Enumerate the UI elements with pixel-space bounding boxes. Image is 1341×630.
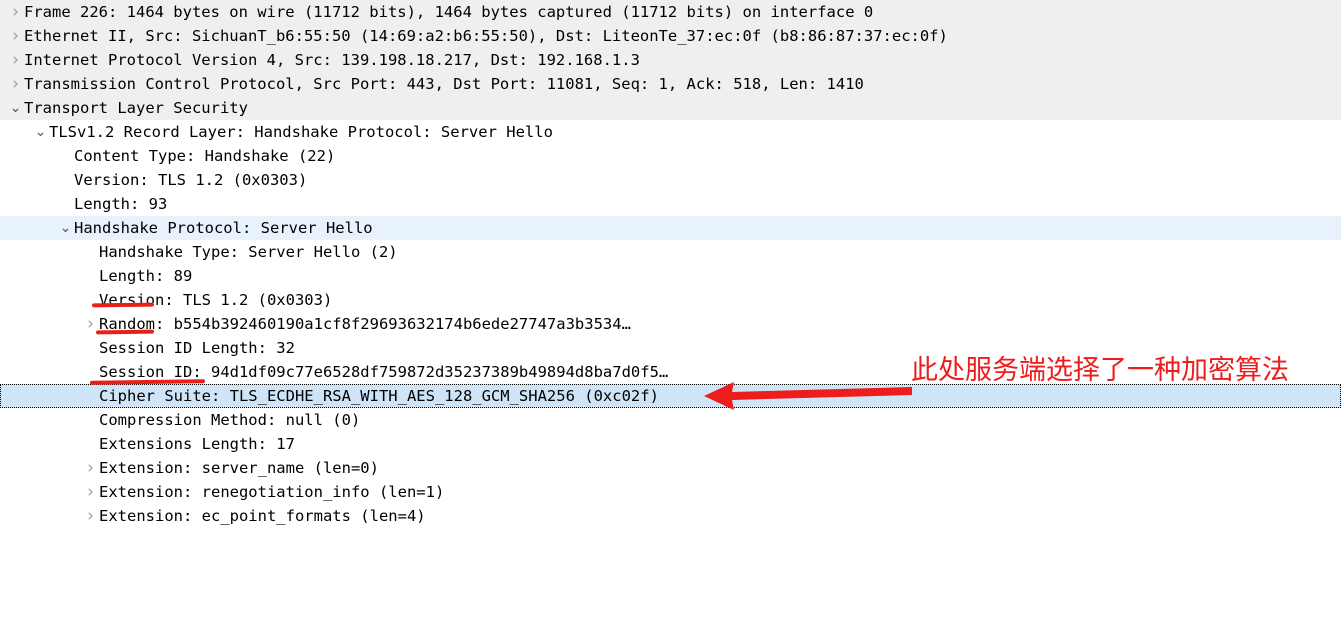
- underline-random: [95, 329, 155, 335]
- tree-row[interactable]: ⌄ Handshake Protocol: Server Hello: [0, 216, 1341, 240]
- tree-row-label: Version: TLS 1.2 (0x0303): [74, 171, 308, 189]
- tree-row-label: Extension: server_name (len=0): [99, 459, 379, 477]
- tree-row[interactable]: Handshake Type: Server Hello (2): [0, 240, 1341, 264]
- tree-row[interactable]: Version: TLS 1.2 (0x0303): [0, 288, 1341, 312]
- tree-row-label: Handshake Type: Server Hello (2): [99, 243, 398, 261]
- tree-row-label: Cipher Suite: TLS_ECDHE_RSA_WITH_AES_128…: [99, 387, 659, 405]
- tree-row[interactable]: › Ethernet II, Src: SichuanT_b6:55:50 (14…: [0, 24, 1341, 48]
- chevron-right-icon[interactable]: ›: [82, 504, 99, 528]
- chevron-down-icon[interactable]: ⌄: [57, 216, 74, 240]
- tree-row[interactable]: Length: 93: [0, 192, 1341, 216]
- tree-row-label: Length: 93: [74, 195, 168, 213]
- tree-row[interactable]: ⌄ TLSv1.2 Record Layer: Handshake Protoco…: [0, 120, 1341, 144]
- chevron-down-icon[interactable]: ⌄: [32, 120, 49, 144]
- tree-row[interactable]: › Extension: server_name (len=0): [0, 456, 1341, 480]
- tree-row[interactable]: Length: 89: [0, 264, 1341, 288]
- chevron-right-icon[interactable]: ›: [82, 456, 99, 480]
- chevron-right-icon[interactable]: ›: [82, 480, 99, 504]
- tree-row-label: Version: TLS 1.2 (0x0303): [99, 291, 333, 309]
- tree-row[interactable]: ⌄ Transport Layer Security: [0, 96, 1341, 120]
- chevron-right-icon[interactable]: ›: [7, 24, 24, 48]
- tree-row-label: Handshake Protocol: Server Hello: [74, 219, 373, 237]
- tree-row[interactable]: Extensions Length: 17: [0, 432, 1341, 456]
- tree-row[interactable]: Content Type: Handshake (22): [0, 144, 1341, 168]
- tree-row-label: Transmission Control Protocol, Src Port:…: [24, 75, 864, 93]
- tree-row[interactable]: › Extension: renegotiation_info (len=1): [0, 480, 1341, 504]
- tree-row-label: Length: 89: [99, 267, 193, 285]
- tree-row-label: Transport Layer Security: [24, 99, 248, 117]
- chevron-right-icon[interactable]: ›: [7, 0, 24, 24]
- tree-row-label: Extension: ec_point_formats (len=4): [99, 507, 426, 525]
- tree-row-label: Content Type: Handshake (22): [74, 147, 336, 165]
- underline-version: [91, 302, 155, 308]
- tree-row[interactable]: Compression Method: null (0): [0, 408, 1341, 432]
- tree-row[interactable]: Version: TLS 1.2 (0x0303): [0, 168, 1341, 192]
- tree-row[interactable]: › Extension: ec_point_formats (len=4): [0, 504, 1341, 528]
- tree-row[interactable]: › Frame 226: 1464 bytes on wire (11712 bi…: [0, 0, 1341, 24]
- tree-row-label: Compression Method: null (0): [99, 411, 361, 429]
- chevron-down-icon[interactable]: ⌄: [7, 96, 24, 120]
- tree-row-label: Extensions Length: 17: [99, 435, 295, 453]
- tree-row-label: TLSv1.2 Record Layer: Handshake Protocol…: [49, 123, 553, 141]
- tree-row-label: Ethernet II, Src: SichuanT_b6:55:50 (14:…: [24, 27, 948, 45]
- tree-row-label: Internet Protocol Version 4, Src: 139.19…: [24, 51, 640, 69]
- chevron-right-icon[interactable]: ›: [7, 48, 24, 72]
- annotation-text: 此处服务端选择了一种加密算法: [911, 355, 1289, 386]
- tree-row-label: Session ID Length: 32: [99, 339, 295, 357]
- chevron-right-icon[interactable]: ›: [7, 72, 24, 96]
- tree-row-label: Random: b554b392460190a1cf8f29693632174b…: [99, 315, 631, 333]
- tree-row-label: Frame 226: 1464 bytes on wire (11712 bit…: [24, 3, 874, 21]
- tree-row-label: Extension: renegotiation_info (len=1): [99, 483, 445, 501]
- tree-row[interactable]: › Random: b554b392460190a1cf8f29693632174…: [0, 312, 1341, 336]
- tree-row[interactable]: › Internet Protocol Version 4, Src: 139.1…: [0, 48, 1341, 72]
- tree-row[interactable]: › Transmission Control Protocol, Src Port…: [0, 72, 1341, 96]
